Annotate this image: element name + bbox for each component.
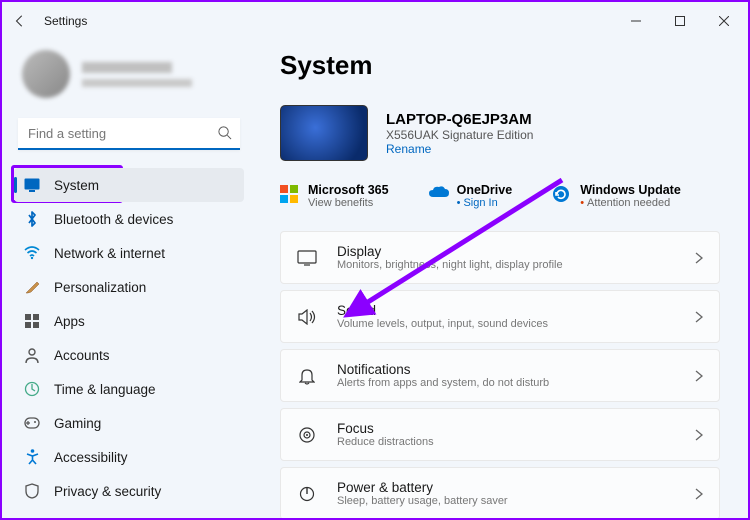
- card-title: Display: [337, 244, 675, 259]
- nav-item-time[interactable]: Time & language: [14, 372, 244, 406]
- clock-globe-icon: [24, 381, 40, 397]
- nav-label: Personalization: [54, 280, 146, 295]
- card-desc: Sleep, battery usage, battery saver: [337, 495, 675, 507]
- nav-list: System Bluetooth & devices Network & int…: [14, 168, 244, 518]
- nav-label: Time & language: [54, 382, 156, 397]
- service-sub[interactable]: •Sign In: [457, 197, 513, 209]
- onedrive-icon: [429, 185, 447, 203]
- nav-label: Bluetooth & devices: [54, 212, 173, 227]
- nav-label: Accessibility: [54, 450, 128, 465]
- nav-item-apps[interactable]: Apps: [14, 304, 244, 338]
- focus-icon: [297, 425, 317, 445]
- nav-item-update[interactable]: Windows Update: [14, 508, 244, 518]
- card-focus[interactable]: Focus Reduce distractions: [280, 408, 720, 461]
- card-title: Focus: [337, 421, 675, 436]
- service-title: Windows Update: [580, 183, 681, 197]
- chevron-right-icon: [695, 429, 703, 441]
- minimize-button[interactable]: [614, 6, 658, 36]
- nav-item-accessibility[interactable]: Accessibility: [14, 440, 244, 474]
- nav-label: Windows Update: [54, 518, 156, 519]
- update-icon: [24, 517, 40, 518]
- nav-label: Privacy & security: [54, 484, 161, 499]
- card-desc: Reduce distractions: [337, 436, 675, 448]
- card-desc: Volume levels, output, input, sound devi…: [337, 318, 675, 330]
- device-name: LAPTOP-Q6EJP3AM: [386, 111, 533, 128]
- nav-item-personalization[interactable]: Personalization: [14, 270, 244, 304]
- card-power[interactable]: Power & battery Sleep, battery usage, ba…: [280, 467, 720, 518]
- system-icon: [24, 177, 40, 193]
- rename-link[interactable]: Rename: [386, 142, 533, 156]
- shield-icon: [24, 483, 40, 499]
- card-title: Sound: [337, 303, 675, 318]
- user-profile[interactable]: [14, 40, 244, 118]
- bell-icon: [297, 366, 317, 386]
- apps-icon: [24, 313, 40, 329]
- nav-item-network[interactable]: Network & internet: [14, 236, 244, 270]
- device-model: X556UAK Signature Edition: [386, 128, 533, 142]
- user-name-blurred: [82, 62, 172, 73]
- service-title: OneDrive: [457, 183, 513, 197]
- nav-label: Network & internet: [54, 246, 165, 261]
- nav-item-system[interactable]: System: [14, 168, 244, 202]
- maximize-button[interactable]: [658, 6, 702, 36]
- back-button[interactable]: [4, 14, 36, 28]
- person-icon: [24, 347, 40, 363]
- nav-item-accounts[interactable]: Accounts: [14, 338, 244, 372]
- power-icon: [297, 484, 317, 504]
- service-sub: •Attention needed: [580, 197, 681, 209]
- chevron-right-icon: [695, 488, 703, 500]
- accessibility-icon: [24, 449, 40, 465]
- user-email-blurred: [82, 79, 192, 87]
- card-title: Notifications: [337, 362, 675, 377]
- search-icon: [217, 125, 232, 140]
- service-title: Microsoft 365: [308, 183, 389, 197]
- chevron-right-icon: [695, 370, 703, 382]
- chevron-right-icon: [695, 311, 703, 323]
- page-title: System: [280, 50, 720, 81]
- search-box[interactable]: [18, 118, 240, 150]
- bluetooth-icon: [24, 211, 40, 227]
- chevron-right-icon: [695, 252, 703, 264]
- brush-icon: [24, 279, 40, 295]
- nav-item-gaming[interactable]: Gaming: [14, 406, 244, 440]
- nav-label: Accounts: [54, 348, 110, 363]
- card-desc: Monitors, brightness, night light, displ…: [337, 259, 675, 271]
- card-title: Power & battery: [337, 480, 675, 495]
- device-thumbnail[interactable]: [280, 105, 368, 161]
- card-notifications[interactable]: Notifications Alerts from apps and syste…: [280, 349, 720, 402]
- card-display[interactable]: Display Monitors, brightness, night ligh…: [280, 231, 720, 284]
- display-icon: [297, 248, 317, 268]
- window-title: Settings: [44, 14, 87, 28]
- gaming-icon: [24, 415, 40, 431]
- nav-label: Gaming: [54, 416, 101, 431]
- m365-icon: [280, 185, 298, 203]
- nav-item-bluetooth[interactable]: Bluetooth & devices: [14, 202, 244, 236]
- service-m365[interactable]: Microsoft 365 View benefits: [280, 183, 389, 209]
- nav-item-privacy[interactable]: Privacy & security: [14, 474, 244, 508]
- update-status-icon: [552, 185, 570, 203]
- nav-label: System: [54, 178, 99, 193]
- service-update[interactable]: Windows Update •Attention needed: [552, 183, 681, 209]
- card-desc: Alerts from apps and system, do not dist…: [337, 377, 675, 389]
- sound-icon: [297, 307, 317, 327]
- nav-label: Apps: [54, 314, 85, 329]
- card-sound[interactable]: Sound Volume levels, output, input, soun…: [280, 290, 720, 343]
- service-sub: View benefits: [308, 197, 389, 209]
- avatar: [22, 50, 70, 98]
- search-input[interactable]: [18, 118, 240, 150]
- close-button[interactable]: [702, 6, 746, 36]
- service-onedrive[interactable]: OneDrive •Sign In: [429, 183, 513, 209]
- wifi-icon: [24, 245, 40, 261]
